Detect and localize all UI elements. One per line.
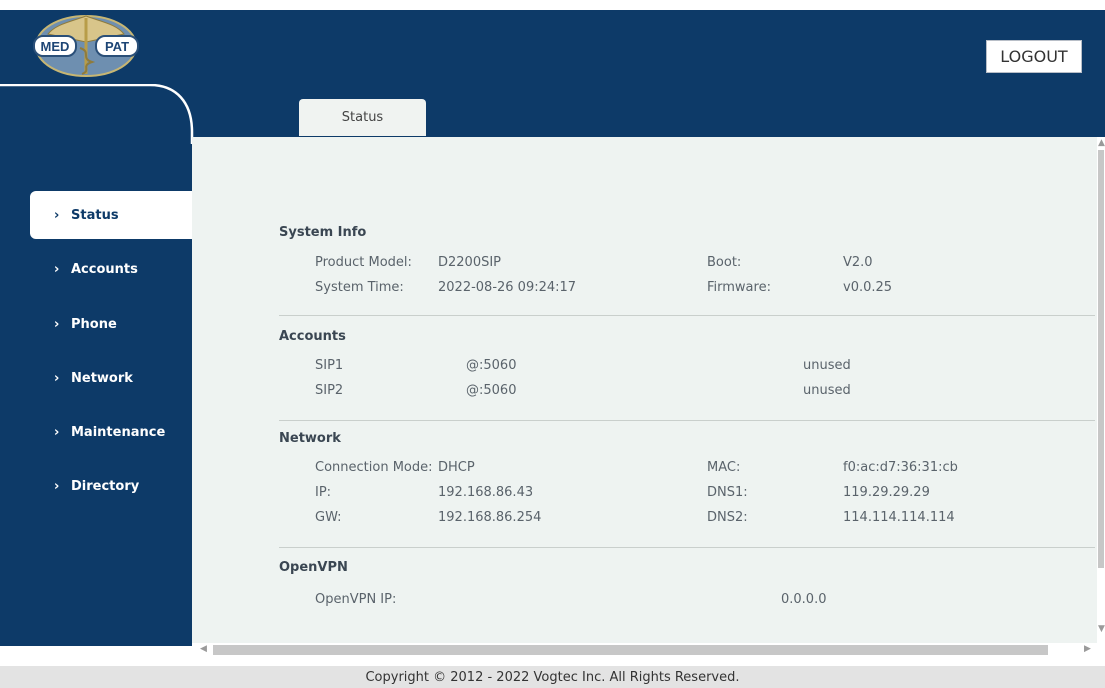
status-content-panel: System Info Product Model: D2200SIP Syst… [192,137,1097,643]
top-strip [0,0,1105,10]
copyright-text: Copyright © 2012 - 2022 Vogtec Inc. All … [365,669,740,685]
product-model-label: Product Model: [315,255,412,270]
openvpn-ip-value: 0.0.0.0 [781,592,827,607]
logo-text-left: MED [41,39,70,54]
chevron-right-icon: › [54,207,60,223]
sidebar-item-maintenance[interactable]: › Maintenance [30,408,192,456]
openvpn-ip-label: OpenVPN IP: [315,592,397,607]
connection-mode-label: Connection Mode: [315,460,433,475]
ip-value: 192.168.86.43 [438,485,534,500]
account-status: unused [803,358,851,373]
chevron-right-icon: › [54,478,60,494]
accounts-title: Accounts [279,329,346,344]
chevron-right-icon: › [54,370,60,386]
logo-text-right: PAT [105,39,129,54]
footer: Copyright © 2012 - 2022 Vogtec Inc. All … [0,666,1105,688]
logout-button[interactable]: LOGOUT [986,40,1082,73]
firmware-value: v0.0.25 [843,280,893,295]
sidebar-item-label: Phone [71,316,117,332]
boot-label: Boot: [707,255,742,270]
sidebar-item-phone[interactable]: › Phone [30,300,192,348]
mac-value: f0:ac:d7:36:31:cb [843,460,958,475]
dns2-value: 114.114.114.114 [843,510,955,525]
section-divider [279,547,1095,548]
system-info-title: System Info [279,225,367,240]
sidebar-item-directory[interactable]: › Directory [30,462,192,510]
horizontal-scrollbar-thumb[interactable] [213,645,1048,655]
sidebar-item-status[interactable]: › Status [30,191,192,239]
product-model-value: D2200SIP [438,255,502,270]
dns2-label: DNS2: [707,510,748,525]
scroll-right-icon[interactable]: ▶ [1084,644,1091,654]
account-address: @:5060 [466,383,517,398]
medpat-logo: MED PAT [33,15,139,77]
section-divider [279,315,1095,316]
system-time-value: 2022-08-26 09:24:17 [438,280,577,295]
scroll-left-icon[interactable]: ◀ [200,644,207,654]
chevron-right-icon: › [54,316,60,332]
gw-value: 192.168.86.254 [438,510,542,525]
mac-label: MAC: [707,460,741,475]
ip-label: IP: [315,485,332,500]
boot-value: V2.0 [843,255,873,270]
sidebar-item-network[interactable]: › Network [30,354,192,402]
vertical-scrollbar-thumb[interactable] [1098,150,1104,568]
scroll-down-icon[interactable]: ▼ [1098,624,1105,634]
sidebar-item-label: Network [71,370,133,386]
chevron-right-icon: › [54,261,60,277]
sidebar-item-accounts[interactable]: › Accounts [30,245,192,293]
dns1-label: DNS1: [707,485,748,500]
section-divider [279,420,1095,421]
sidebar-item-label: Accounts [71,261,138,277]
gw-label: GW: [315,510,342,525]
sidebar-item-label: Status [71,207,119,223]
account-name: SIP2 [315,383,344,398]
sidebar-item-label: Maintenance [71,424,166,440]
account-name: SIP1 [315,358,344,373]
sidebar-item-label: Directory [71,478,140,494]
scroll-up-icon[interactable]: ▲ [1098,138,1105,148]
firmware-label: Firmware: [707,280,771,295]
openvpn-title: OpenVPN [279,560,348,575]
connection-mode-value: DHCP [438,460,475,475]
tab-status[interactable]: Status [299,99,426,136]
chevron-right-icon: › [54,424,60,440]
dns1-value: 119.29.29.29 [843,485,930,500]
account-address: @:5060 [466,358,517,373]
network-title: Network [279,431,341,446]
account-status: unused [803,383,851,398]
system-time-label: System Time: [315,280,404,295]
